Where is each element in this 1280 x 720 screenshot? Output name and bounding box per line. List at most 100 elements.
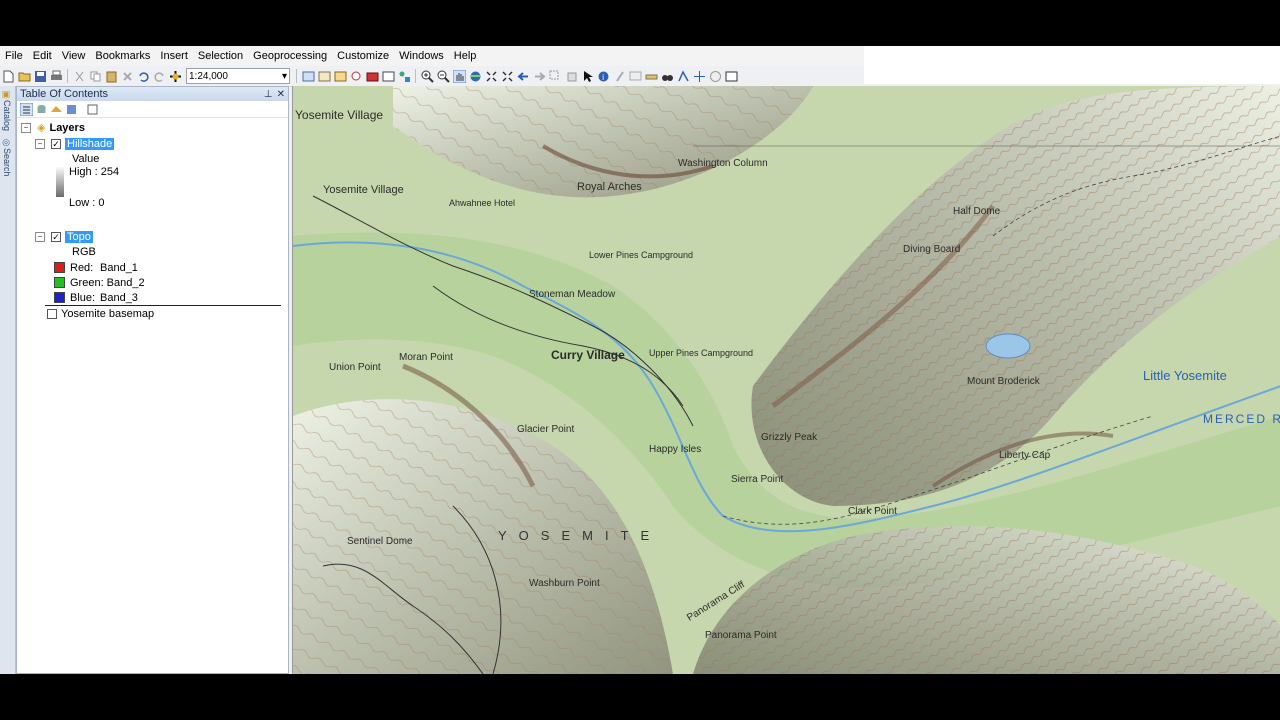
select-elements-icon[interactable] xyxy=(580,69,594,83)
topo-rgb-label: RGB xyxy=(72,245,96,258)
paste-icon[interactable] xyxy=(104,69,118,83)
map-label: Upper Pines Campground xyxy=(649,348,754,358)
basemap-visibility-checkbox[interactable] xyxy=(47,308,57,319)
options-icon[interactable] xyxy=(86,103,99,116)
catalog-icon: ▣ xyxy=(2,90,12,100)
toolbar-separator xyxy=(415,69,416,83)
map-label: Stoneman Meadow xyxy=(529,289,616,300)
map-label: Grizzly Peak xyxy=(761,432,818,443)
search-icon: ◎ xyxy=(2,138,12,148)
map-label: Union Point xyxy=(329,362,381,373)
find-icon[interactable] xyxy=(660,69,674,83)
map-label: Sierra Point xyxy=(731,474,784,485)
map-scale-value: 1:24,000 xyxy=(189,70,228,82)
search-window-icon[interactable] xyxy=(349,69,363,83)
topo-layer-name[interactable]: Topo xyxy=(65,230,93,243)
fixed-zoom-in-icon[interactable] xyxy=(484,69,498,83)
fixed-zoom-out-icon[interactable] xyxy=(500,69,514,83)
editor-toolbar-icon[interactable] xyxy=(301,69,315,83)
menu-help[interactable]: Help xyxy=(449,46,482,66)
menu-file[interactable]: File xyxy=(0,46,28,66)
map-label: Half Dome xyxy=(953,206,1001,217)
zoom-out-icon[interactable] xyxy=(436,69,450,83)
hillshade-value-label: Value xyxy=(72,152,100,165)
menu-insert[interactable]: Insert xyxy=(155,46,193,66)
layer-yosemite-basemap[interactable]: Yosemite basemap xyxy=(47,306,154,321)
topo-visibility-checkbox[interactable]: ✓ xyxy=(51,231,61,242)
basemap-layer-name[interactable]: Yosemite basemap xyxy=(61,308,154,320)
blue-swatch xyxy=(54,292,65,303)
model-builder-icon[interactable] xyxy=(397,69,411,83)
print-icon[interactable] xyxy=(49,69,63,83)
map-label: MERCED RIVER xyxy=(1203,412,1280,426)
measure-icon[interactable] xyxy=(644,69,658,83)
menu-geoprocessing[interactable]: Geoprocessing xyxy=(248,46,332,66)
list-by-source-icon[interactable] xyxy=(35,103,48,116)
catalog-window-icon[interactable] xyxy=(333,69,347,83)
redo-icon[interactable] xyxy=(152,69,166,83)
layer-hillshade[interactable]: − ✓ Hillshade xyxy=(35,136,115,151)
list-by-visibility-icon[interactable] xyxy=(50,103,63,116)
map-label: Little Yosemite xyxy=(1143,368,1227,383)
find-route-icon[interactable] xyxy=(676,69,690,83)
map-label: Mount Broderick xyxy=(967,376,1040,387)
zoom-in-icon[interactable] xyxy=(420,69,434,83)
identify-icon[interactable]: i xyxy=(596,69,610,83)
clear-selection-icon[interactable] xyxy=(564,69,578,83)
collapse-icon[interactable]: − xyxy=(21,122,31,133)
new-document-icon[interactable] xyxy=(1,69,15,83)
pan-hand-icon[interactable] xyxy=(452,69,466,83)
menu-selection[interactable]: Selection xyxy=(193,46,248,66)
cut-icon[interactable] xyxy=(72,69,86,83)
list-by-drawing-order-icon[interactable] xyxy=(19,102,34,116)
band-green: Green: Band_2 xyxy=(54,275,145,290)
band-blue-label: Blue: xyxy=(70,291,96,304)
layer-topo[interactable]: − ✓ Topo xyxy=(35,229,93,244)
add-data-icon[interactable] xyxy=(168,69,182,83)
full-extent-icon[interactable] xyxy=(468,69,482,83)
standard-toolbar: 1:24,000 ▾ i xyxy=(0,66,864,87)
green-swatch xyxy=(54,277,65,288)
go-to-xy-icon[interactable] xyxy=(692,69,706,83)
list-by-selection-icon[interactable] xyxy=(65,103,78,116)
map-display[interactable]: Yosemite Village Yosemite Village Royal … xyxy=(292,86,1280,674)
select-features-icon[interactable] xyxy=(548,69,562,83)
hillshade-visibility-checkbox[interactable]: ✓ xyxy=(51,138,61,149)
python-window-icon[interactable] xyxy=(381,69,395,83)
map-label: Royal Arches xyxy=(577,181,642,193)
table-of-contents-icon[interactable] xyxy=(317,69,331,83)
letterbox-bottom xyxy=(0,674,1280,720)
tab-catalog[interactable]: ▣ Catalog xyxy=(1,90,13,131)
save-icon[interactable] xyxy=(33,69,47,83)
time-slider-icon[interactable] xyxy=(708,69,722,83)
blank-area xyxy=(864,46,1280,84)
delete-icon[interactable] xyxy=(120,69,134,83)
undo-icon[interactable] xyxy=(136,69,150,83)
band-blue-name: Band_3 xyxy=(100,291,138,304)
menu-view[interactable]: View xyxy=(57,46,91,66)
menu-bar: File Edit View Bookmarks Insert Selectio… xyxy=(0,46,864,66)
map-scale-combo[interactable]: 1:24,000 ▾ xyxy=(186,68,290,84)
hyperlink-icon[interactable] xyxy=(612,69,626,83)
hillshade-layer-name[interactable]: Hillshade xyxy=(65,137,115,150)
collapse-icon[interactable]: − xyxy=(35,138,45,149)
menu-customize[interactable]: Customize xyxy=(332,46,394,66)
viewer-window-icon[interactable] xyxy=(724,69,738,83)
band-green-name: Band_2 xyxy=(106,276,145,289)
close-icon[interactable]: ✕ xyxy=(277,89,285,100)
menu-edit[interactable]: Edit xyxy=(28,46,57,66)
letterbox-top xyxy=(0,0,1280,46)
open-folder-icon[interactable] xyxy=(17,69,31,83)
auto-hide-pin-icon[interactable]: ⊥ xyxy=(264,89,273,100)
layers-root[interactable]: − ◈ Layers xyxy=(21,120,85,135)
copy-icon[interactable] xyxy=(88,69,102,83)
band-red-label: Red: xyxy=(70,261,94,274)
back-extent-icon[interactable] xyxy=(516,69,530,83)
tab-search[interactable]: ◎ Search xyxy=(1,138,13,177)
forward-extent-icon[interactable] xyxy=(532,69,546,83)
menu-bookmarks[interactable]: Bookmarks xyxy=(90,46,155,66)
collapse-icon[interactable]: − xyxy=(35,231,45,242)
arctoolbox-icon[interactable] xyxy=(365,69,379,83)
menu-windows[interactable]: Windows xyxy=(394,46,449,66)
html-popup-icon[interactable] xyxy=(628,69,642,83)
